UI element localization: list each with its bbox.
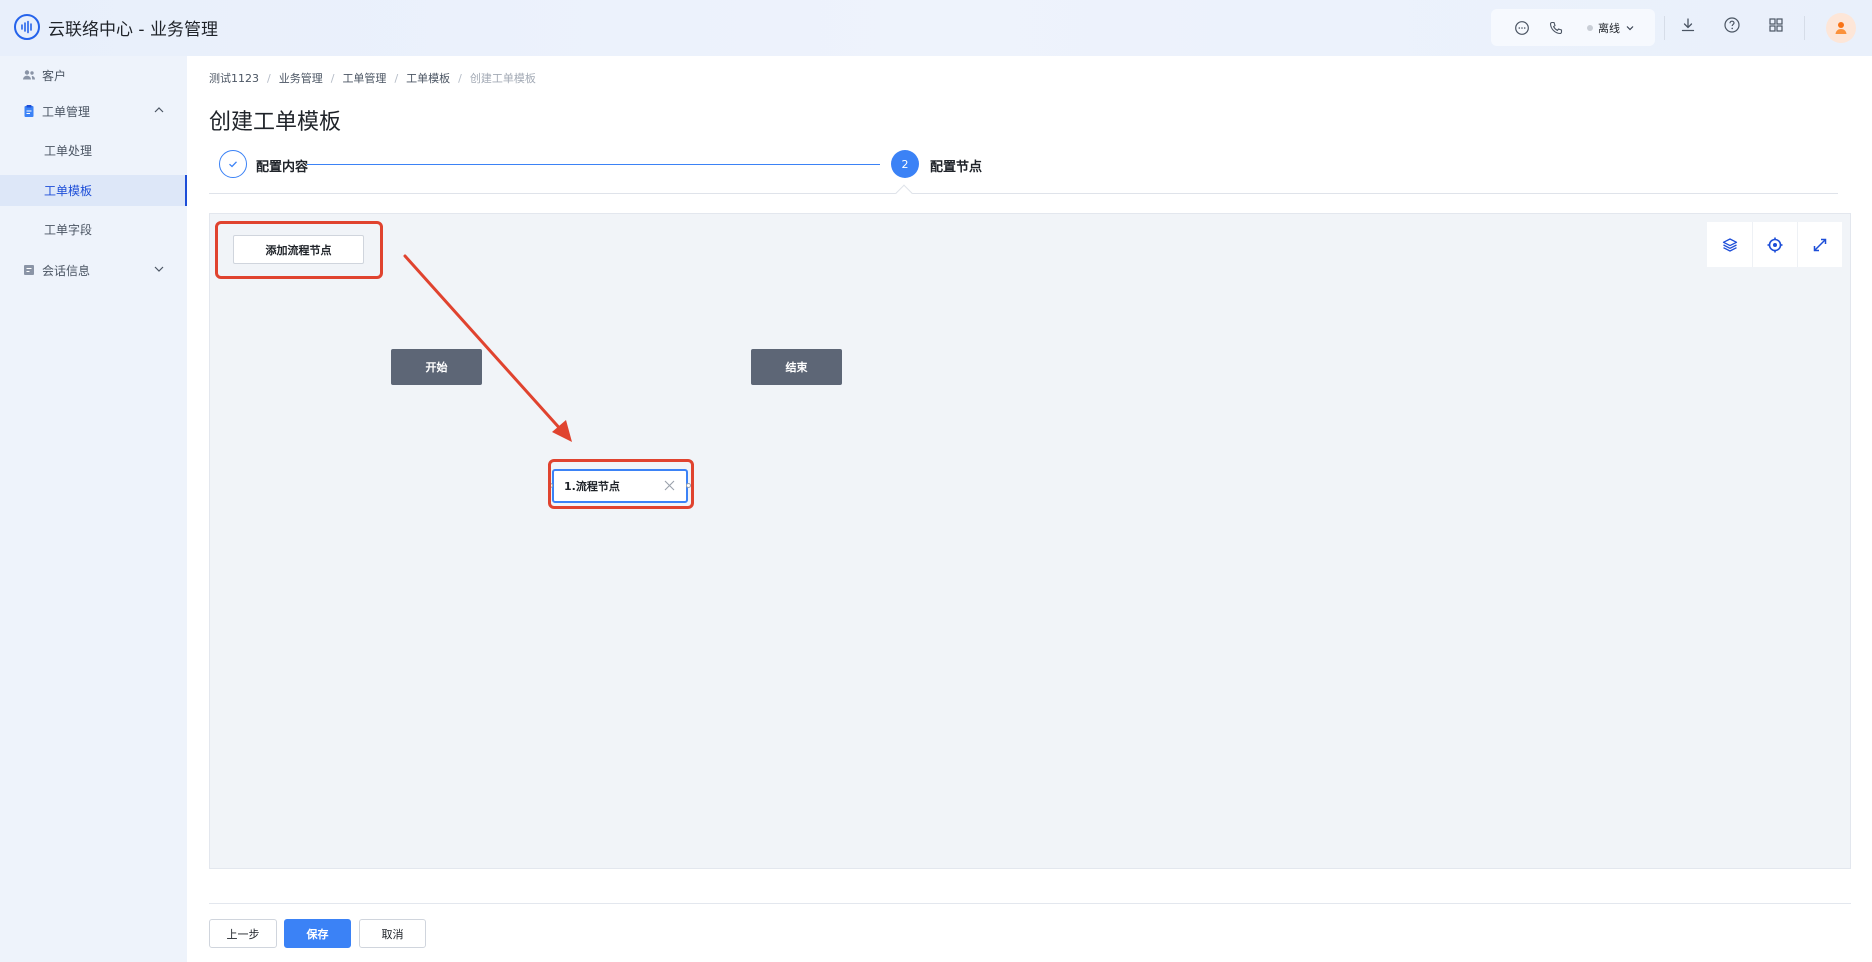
users-icon — [22, 68, 36, 82]
avatar[interactable] — [1826, 13, 1856, 43]
step-label: 配置内容 — [256, 160, 309, 175]
breadcrumb: 测试1123 / 业务管理 / 工单管理 / 工单模板 / 创建工单模板 — [209, 70, 536, 86]
step-pointer — [895, 184, 913, 202]
chevron-down-icon — [1626, 25, 1634, 30]
step-label: 配置节点 — [930, 160, 983, 175]
canvas-toolbar — [1707, 222, 1842, 267]
layers-icon[interactable] — [1707, 222, 1752, 267]
breadcrumb-separator: / — [330, 71, 335, 85]
sidebar-item-customers[interactable]: 客户 — [0, 56, 187, 94]
sidebar-item-label: 客户 — [42, 68, 67, 83]
breadcrumb-separator: / — [267, 71, 271, 85]
app-logo-icon — [14, 14, 40, 40]
help-icon[interactable] — [1723, 16, 1741, 34]
previous-step-button[interactable]: 上一步 — [209, 919, 277, 948]
locate-icon[interactable] — [1752, 222, 1797, 267]
save-button[interactable]: 保存 — [284, 919, 351, 948]
breadcrumb-separator: / — [458, 71, 462, 85]
status-dot — [1587, 24, 1593, 31]
annotation-highlight-process-node — [548, 459, 694, 509]
brand: 云联络中心 - 业务管理 — [14, 14, 218, 40]
phone-icon[interactable] — [1545, 17, 1567, 39]
status-dropdown[interactable]: 离线 — [1587, 20, 1635, 36]
breadcrumb-current: 创建工单模板 — [469, 72, 536, 85]
sidebar: 客户 工单管理 工单处理 工单模板 工单字段 会话信息 — [0, 56, 187, 962]
fullscreen-icon[interactable] — [1797, 222, 1842, 267]
sidebar-subitem-ticket-fields[interactable]: 工单字段 — [0, 214, 187, 245]
toolbar-divider — [1664, 16, 1665, 40]
start-node[interactable]: 开始 — [391, 349, 482, 385]
steps: 配置内容 2 配置节点 — [209, 146, 1838, 202]
breadcrumb-item[interactable]: 工单模板 — [406, 70, 450, 86]
page-title: 创建工单模板 — [209, 110, 342, 135]
status-label: 离线 — [1598, 21, 1620, 35]
footer-divider — [209, 903, 1851, 904]
sidebar-subitem-ticket-template[interactable]: 工单模板 — [0, 175, 187, 206]
sidebar-item-ticket-management[interactable]: 工单管理 — [0, 92, 187, 130]
sidebar-item-label: 会话信息 — [42, 263, 91, 278]
top-bar: 云联络中心 - 业务管理 离线 — [0, 0, 1872, 56]
clipboard-icon — [22, 104, 36, 118]
end-node[interactable]: 结束 — [751, 349, 842, 385]
sidebar-subitem-label: 工单处理 — [44, 144, 93, 158]
app-title: 云联络中心 - 业务管理 — [48, 19, 218, 40]
cancel-button[interactable]: 取消 — [359, 919, 426, 948]
message-icon[interactable] — [1511, 17, 1533, 39]
step-number: 2 — [891, 150, 919, 178]
chevron-down-icon — [153, 263, 165, 278]
breadcrumb-item[interactable]: 业务管理 — [279, 70, 323, 86]
main-panel: 测试1123 / 业务管理 / 工单管理 / 工单模板 / 创建工单模板 创建工… — [187, 56, 1872, 962]
breadcrumb-item[interactable]: 测试1123 — [209, 70, 259, 86]
sidebar-subitem-label: 工单模板 — [44, 184, 93, 198]
apps-grid-icon[interactable] — [1767, 16, 1785, 34]
breadcrumb-separator: / — [394, 71, 399, 85]
sidebar-subitem-label: 工单字段 — [44, 223, 93, 237]
sidebar-item-label: 工单管理 — [42, 104, 91, 119]
chevron-up-icon — [153, 104, 165, 119]
toolbar-divider — [1804, 16, 1805, 40]
step-connector — [307, 164, 880, 165]
flow-canvas[interactable]: 添加流程节点 开始 结束 1.流程节点 — [209, 213, 1851, 869]
check-icon — [229, 161, 237, 168]
sidebar-subitem-ticket-processing[interactable]: 工单处理 — [0, 135, 187, 166]
call-status-group: 离线 — [1491, 9, 1655, 46]
download-icon[interactable] — [1679, 16, 1697, 34]
breadcrumb-item[interactable]: 工单管理 — [342, 70, 386, 86]
step-done-circle — [219, 150, 247, 178]
chat-record-icon — [22, 263, 36, 277]
sidebar-item-session-info[interactable]: 会话信息 — [0, 251, 187, 289]
annotation-highlight-add-button — [215, 221, 383, 279]
